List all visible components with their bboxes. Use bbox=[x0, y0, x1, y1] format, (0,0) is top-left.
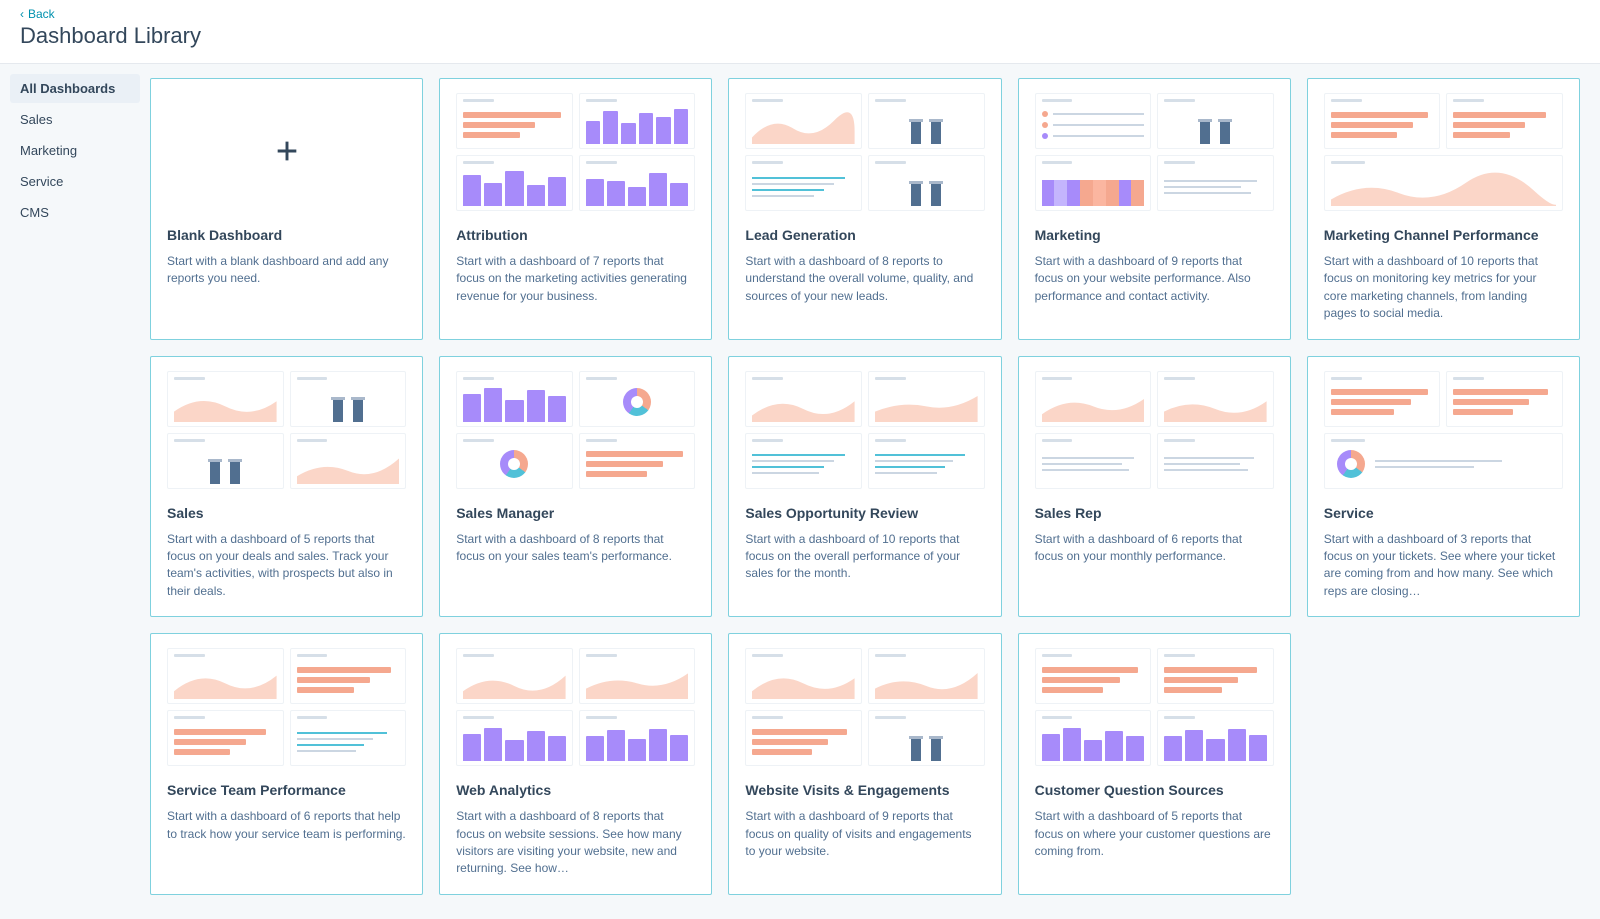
card-thumbnail bbox=[456, 648, 695, 766]
card-thumbnail bbox=[1035, 371, 1274, 489]
card-title: Attribution bbox=[456, 227, 695, 243]
sidebar: All Dashboards Sales Marketing Service CMS bbox=[0, 64, 140, 919]
card-description: Start with a dashboard of 10 reports tha… bbox=[745, 531, 984, 583]
sidebar-item-service[interactable]: Service bbox=[10, 167, 140, 196]
sidebar-item-label: CMS bbox=[20, 205, 49, 220]
card-title: Sales Rep bbox=[1035, 505, 1274, 521]
dashboard-card-sales[interactable]: Sales Start with a dashboard of 5 reports… bbox=[150, 356, 423, 618]
chevron-left-icon: ‹ bbox=[20, 7, 24, 21]
dashboard-card-sales-opportunity-review[interactable]: Sales Opportunity Review Start with a das… bbox=[728, 356, 1001, 618]
card-title: Blank Dashboard bbox=[167, 227, 406, 243]
plus-icon bbox=[273, 137, 301, 168]
card-thumbnail bbox=[1035, 93, 1274, 211]
card-title: Marketing bbox=[1035, 227, 1274, 243]
dashboard-card-sales-rep[interactable]: Sales Rep Start with a dashboard of 6 rep… bbox=[1018, 356, 1291, 618]
card-thumbnail bbox=[456, 371, 695, 489]
card-description: Start with a dashboard of 7 reports that… bbox=[456, 253, 695, 305]
card-title: Marketing Channel Performance bbox=[1324, 227, 1563, 243]
dashboard-card-website-visits-engagements[interactable]: Website Visits & Engagements Start with a… bbox=[728, 633, 1001, 895]
sidebar-item-label: All Dashboards bbox=[20, 81, 115, 96]
card-thumbnail bbox=[745, 93, 984, 211]
card-thumbnail bbox=[1035, 648, 1274, 766]
card-description: Start with a dashboard of 9 reports that… bbox=[745, 808, 984, 860]
card-thumbnail bbox=[1324, 371, 1563, 489]
card-description: Start with a dashboard of 8 reports to u… bbox=[745, 253, 984, 305]
back-link[interactable]: ‹ Back bbox=[20, 7, 55, 21]
card-title: Sales Opportunity Review bbox=[745, 505, 984, 521]
card-description: Start with a dashboard of 3 reports that… bbox=[1324, 531, 1563, 601]
page-title: Dashboard Library bbox=[20, 23, 1580, 49]
card-title: Service bbox=[1324, 505, 1563, 521]
card-title: Sales Manager bbox=[456, 505, 695, 521]
card-title: Customer Question Sources bbox=[1035, 782, 1274, 798]
dashboard-card-web-analytics[interactable]: Web Analytics Start with a dashboard of 8… bbox=[439, 633, 712, 895]
dashboard-card-service-team-performance[interactable]: Service Team Performance Start with a das… bbox=[150, 633, 423, 895]
card-description: Start with a dashboard of 8 reports that… bbox=[456, 808, 695, 878]
card-description: Start with a blank dashboard and add any… bbox=[167, 253, 406, 288]
card-description: Start with a dashboard of 8 reports that… bbox=[456, 531, 695, 566]
back-link-label: Back bbox=[28, 7, 55, 21]
dashboard-card-customer-question-sources[interactable]: Customer Question Sources Start with a da… bbox=[1018, 633, 1291, 895]
dashboard-card-attribution[interactable]: Attribution Start with a dashboard of 7 r… bbox=[439, 78, 712, 340]
card-thumbnail bbox=[456, 93, 695, 211]
dashboard-card-sales-manager[interactable]: Sales Manager Start with a dashboard of 8… bbox=[439, 356, 712, 618]
card-thumbnail bbox=[1324, 93, 1563, 211]
card-title: Sales bbox=[167, 505, 406, 521]
card-description: Start with a dashboard of 9 reports that… bbox=[1035, 253, 1274, 305]
card-title: Website Visits & Engagements bbox=[745, 782, 984, 798]
card-description: Start with a dashboard of 10 reports tha… bbox=[1324, 253, 1563, 323]
card-description: Start with a dashboard of 5 reports that… bbox=[167, 531, 406, 601]
dashboard-card-lead-generation[interactable]: Lead Generation Start with a dashboard of… bbox=[728, 78, 1001, 340]
card-thumbnail bbox=[745, 371, 984, 489]
sidebar-item-label: Marketing bbox=[20, 143, 77, 158]
sidebar-item-marketing[interactable]: Marketing bbox=[10, 136, 140, 165]
sidebar-item-label: Service bbox=[20, 174, 63, 189]
card-description: Start with a dashboard of 6 reports that… bbox=[1035, 531, 1274, 566]
card-description: Start with a dashboard of 5 reports that… bbox=[1035, 808, 1274, 860]
dashboard-card-marketing[interactable]: Marketing Start with a dashboard of 9 rep… bbox=[1018, 78, 1291, 340]
dashboard-card-blank[interactable]: Blank Dashboard Start with a blank dashbo… bbox=[150, 78, 423, 340]
card-title: Lead Generation bbox=[745, 227, 984, 243]
card-thumbnail bbox=[167, 371, 406, 489]
dashboard-card-marketing-channel-performance[interactable]: Marketing Channel Performance Start with … bbox=[1307, 78, 1580, 340]
sidebar-item-cms[interactable]: CMS bbox=[10, 198, 140, 227]
sidebar-item-label: Sales bbox=[20, 112, 53, 127]
card-description: Start with a dashboard of 6 reports that… bbox=[167, 808, 406, 843]
sidebar-item-sales[interactable]: Sales bbox=[10, 105, 140, 134]
card-title: Service Team Performance bbox=[167, 782, 406, 798]
sidebar-item-all-dashboards[interactable]: All Dashboards bbox=[10, 74, 140, 103]
dashboard-card-service[interactable]: Service Start with a dashboard of 3 repor… bbox=[1307, 356, 1580, 618]
card-thumbnail bbox=[167, 648, 406, 766]
dashboard-card-grid: Blank Dashboard Start with a blank dashbo… bbox=[140, 64, 1600, 919]
card-thumbnail bbox=[745, 648, 984, 766]
card-title: Web Analytics bbox=[456, 782, 695, 798]
page-header: ‹ Back Dashboard Library bbox=[0, 0, 1600, 64]
card-thumbnail bbox=[167, 93, 406, 211]
